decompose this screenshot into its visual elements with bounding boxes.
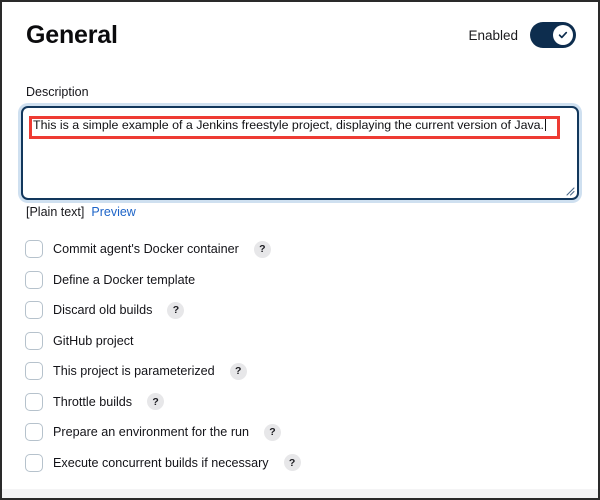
help-icon[interactable]: ? <box>283 454 301 472</box>
bottom-strip <box>2 489 598 498</box>
description-textarea[interactable]: This is a simple example of a Jenkins fr… <box>21 106 579 200</box>
enabled-toggle-group: Enabled <box>468 22 576 48</box>
text-caret <box>545 118 547 131</box>
settings-panel: General Enabled Description This is a si… <box>0 0 600 500</box>
option-row-execute-concurrent-builds-if-necessary[interactable]: Execute concurrent builds if necessary ? <box>2 448 598 479</box>
panel-header: General Enabled <box>2 2 598 64</box>
enabled-label: Enabled <box>468 27 518 43</box>
option-label: This project is parameterized <box>53 364 215 379</box>
plain-text-label: [Plain text] <box>26 205 85 219</box>
enabled-toggle-switch[interactable] <box>530 22 576 48</box>
help-icon[interactable]: ? <box>264 423 282 441</box>
option-row-define-a-docker-template[interactable]: Define a Docker template <box>2 265 598 296</box>
checkbox-prepare-an-environment-for-the-run[interactable] <box>25 423 43 442</box>
option-label: Execute concurrent builds if necessary <box>53 455 269 470</box>
option-label: Define a Docker template <box>53 272 196 287</box>
checkbox-commit-agents-docker-container[interactable] <box>25 240 43 259</box>
checkbox-discard-old-builds[interactable] <box>25 301 43 320</box>
help-icon[interactable]: ? <box>147 393 165 411</box>
option-label: Discard old builds <box>53 303 153 318</box>
checkbox-this-project-is-parameterized[interactable] <box>25 362 43 381</box>
preview-link[interactable]: Preview <box>91 205 135 219</box>
checkbox-throttle-builds[interactable] <box>25 392 43 411</box>
option-label: Throttle builds <box>53 394 133 409</box>
option-row-discard-old-builds[interactable]: Discard old builds ? <box>2 295 598 326</box>
resize-grip-icon[interactable] <box>563 184 575 196</box>
option-row-commit-agents-docker-container[interactable]: Commit agent's Docker container ? <box>2 234 598 265</box>
description-label: Description <box>26 85 89 99</box>
option-label: Commit agent's Docker container <box>53 242 239 257</box>
option-label: GitHub project <box>53 333 134 348</box>
checkbox-github-project[interactable] <box>25 331 43 350</box>
options-list: Commit agent's Docker container ? Define… <box>2 234 598 478</box>
toggle-knob <box>553 25 573 45</box>
help-icon[interactable]: ? <box>253 240 271 258</box>
description-format-row: [Plain text] Preview <box>26 205 136 219</box>
help-icon[interactable]: ? <box>229 362 247 380</box>
check-icon <box>558 31 568 39</box>
option-row-throttle-builds[interactable]: Throttle builds ? <box>2 387 598 418</box>
description-value: This is a simple example of a Jenkins fr… <box>33 118 545 132</box>
page-title: General <box>26 20 118 49</box>
option-row-prepare-an-environment-for-the-run[interactable]: Prepare an environment for the run ? <box>2 417 598 448</box>
option-row-github-project[interactable]: GitHub project <box>2 326 598 357</box>
checkbox-define-a-docker-template[interactable] <box>25 270 43 289</box>
option-label: Prepare an environment for the run <box>53 425 250 440</box>
option-row-this-project-is-parameterized[interactable]: This project is parameterized ? <box>2 356 598 387</box>
help-icon[interactable]: ? <box>167 301 185 319</box>
description-text-content: This is a simple example of a Jenkins fr… <box>33 117 567 133</box>
checkbox-execute-concurrent-builds-if-necessary[interactable] <box>25 453 43 472</box>
